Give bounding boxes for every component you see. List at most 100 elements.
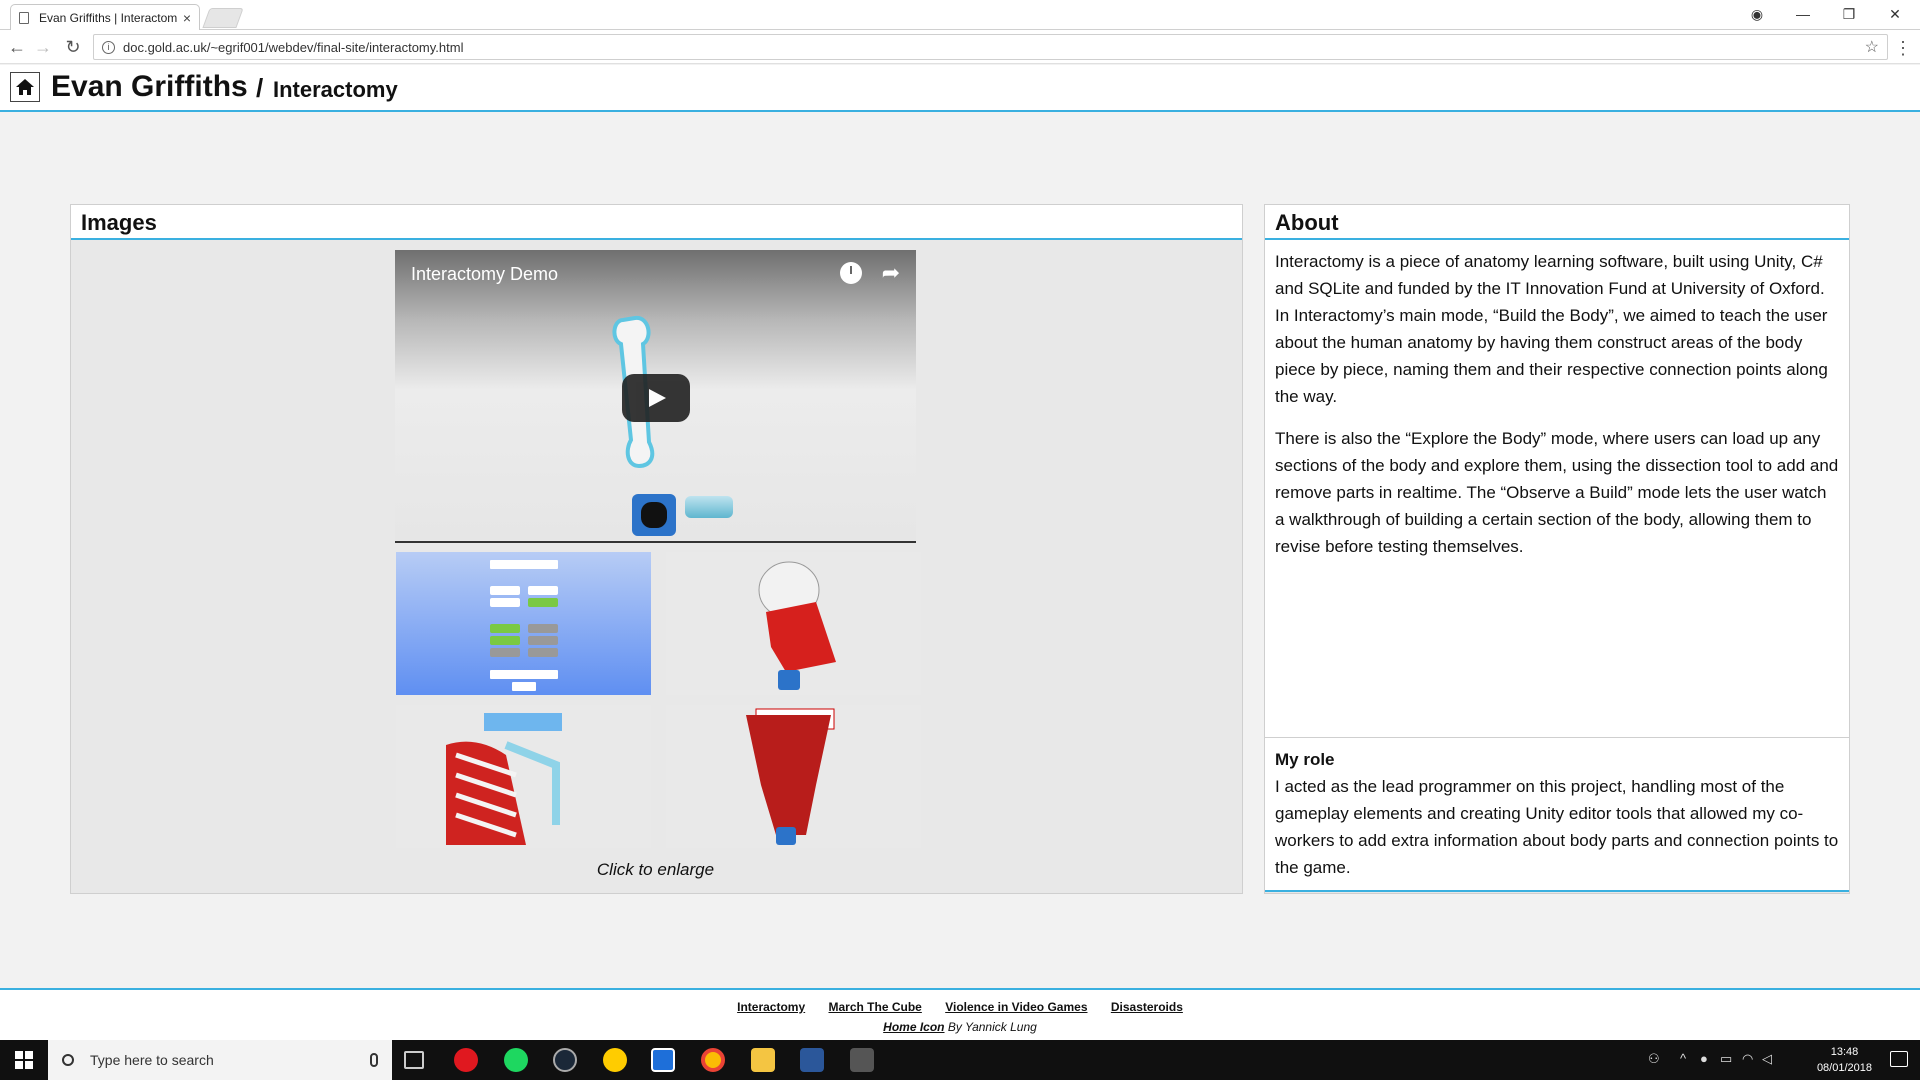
search-icon bbox=[62, 1054, 74, 1066]
ribcage-graphic bbox=[446, 713, 562, 845]
video-title[interactable]: Interactomy Demo bbox=[411, 264, 558, 285]
puzzle-icon bbox=[632, 494, 676, 536]
icon-credit: Home Icon By Yannick Lung bbox=[0, 1020, 1920, 1034]
thumbnail-ribcage-screen[interactable] bbox=[396, 705, 651, 848]
images-heading: Images bbox=[71, 205, 1242, 240]
emoji-app-icon[interactable] bbox=[603, 1048, 627, 1072]
start-button[interactable] bbox=[0, 1040, 48, 1080]
people-icon[interactable]: ⚇ bbox=[1648, 1051, 1660, 1067]
info-icon[interactable]: i bbox=[102, 40, 115, 54]
task-view-icon[interactable] bbox=[404, 1051, 424, 1069]
back-button[interactable]: ← bbox=[6, 36, 28, 58]
tab-title: Evan Griffiths | Interactom bbox=[39, 11, 177, 25]
home-icon-credit-link[interactable]: Home Icon bbox=[883, 1020, 944, 1034]
steam-icon[interactable] bbox=[553, 1048, 577, 1072]
tab-close-icon[interactable]: × bbox=[183, 10, 191, 26]
browser-tab[interactable]: Evan Griffiths | Interactom × bbox=[10, 4, 200, 31]
system-tray: ⚇ ^ ● ▭ ◠ ◁ 13:48 08/01/2018 bbox=[1620, 1040, 1920, 1080]
page-title: Interactomy bbox=[273, 77, 398, 102]
footer-link-violence-in-video-games[interactable]: Violence in Video Games bbox=[945, 1000, 1087, 1014]
footer-links: Interactomy March The Cube Violence in V… bbox=[0, 1000, 1920, 1014]
about-heading: About bbox=[1265, 205, 1849, 240]
taskbar-clock[interactable]: 13:48 08/01/2018 bbox=[1817, 1044, 1872, 1076]
play-button[interactable] bbox=[622, 374, 690, 422]
search-placeholder: Type here to search bbox=[90, 1052, 214, 1068]
account-icon[interactable]: ◉ bbox=[1734, 0, 1780, 28]
clock-time: 13:48 bbox=[1830, 1046, 1859, 1058]
about-paragraph: There is also the “Explore the Body” mod… bbox=[1275, 429, 1839, 556]
menu-chip bbox=[528, 648, 558, 657]
footer-link-disasteroids[interactable]: Disasteroids bbox=[1111, 1000, 1183, 1014]
windows-taskbar: Type here to search ⚇ ^ ● ▭ ◠ ◁ 13:48 08… bbox=[0, 1040, 1920, 1080]
menu-chip bbox=[490, 648, 520, 657]
about-panel: About Interactomy is a piece of anatomy … bbox=[1264, 204, 1850, 894]
chevron-up-icon[interactable]: ^ bbox=[1680, 1051, 1686, 1066]
thumbnail-muscle-screen[interactable] bbox=[666, 705, 921, 848]
battery-icon[interactable]: ▭ bbox=[1720, 1051, 1732, 1067]
scalpel-icon bbox=[685, 496, 733, 518]
page-icon bbox=[19, 12, 29, 24]
url-text[interactable]: doc.gold.ac.uk/~egrif001/webdev/final-si… bbox=[123, 40, 1865, 55]
role-text: I acted as the lead programmer on this p… bbox=[1275, 777, 1839, 877]
footer-link-march-the-cube[interactable]: March The Cube bbox=[829, 1000, 922, 1014]
reload-button[interactable]: ↻ bbox=[62, 36, 84, 58]
share-icon[interactable]: ➦ bbox=[882, 260, 900, 286]
game-app-icon[interactable] bbox=[850, 1048, 874, 1072]
video-player[interactable]: Interactomy Demo ➦ bbox=[395, 250, 916, 540]
taskbar-search-input[interactable]: Type here to search bbox=[48, 1040, 392, 1080]
menu-chip bbox=[490, 598, 520, 607]
thumbnail-menu-screen[interactable] bbox=[396, 552, 651, 695]
skull-graphic bbox=[758, 561, 836, 690]
address-bar: ← → ↻ i doc.gold.ac.uk/~egrif001/webdev/… bbox=[0, 30, 1920, 64]
menu-chip bbox=[490, 586, 520, 595]
restore-button[interactable]: ❐ bbox=[1826, 0, 1872, 28]
video-divider bbox=[395, 541, 916, 543]
bookmark-star-icon[interactable]: ☆ bbox=[1865, 37, 1879, 57]
site-footer: Interactomy March The Cube Violence in V… bbox=[0, 988, 1920, 1040]
menu-chip bbox=[528, 598, 558, 607]
url-field[interactable]: i doc.gold.ac.uk/~egrif001/webdev/final-… bbox=[93, 34, 1888, 60]
windows-logo-icon bbox=[15, 1051, 33, 1069]
menu-line bbox=[490, 670, 558, 679]
images-panel: Images Interactomy Demo ➦ Click to enlar… bbox=[70, 204, 1243, 894]
menu-chip bbox=[528, 636, 558, 645]
menu-line bbox=[490, 560, 558, 569]
window-close-button[interactable]: ✕ bbox=[1872, 0, 1918, 28]
word-icon[interactable] bbox=[800, 1048, 824, 1072]
new-tab-button[interactable] bbox=[202, 8, 244, 28]
volume-icon[interactable]: ◁ bbox=[1762, 1051, 1772, 1067]
file-explorer-icon[interactable] bbox=[751, 1048, 775, 1072]
menu-chip bbox=[490, 636, 520, 645]
thumbnail-skull-screen[interactable] bbox=[666, 552, 921, 695]
site-title: Evan Griffiths bbox=[51, 70, 248, 103]
site-header: Evan Griffiths / Interactomy bbox=[0, 65, 1920, 112]
menu-chip bbox=[528, 624, 558, 633]
menu-line bbox=[512, 682, 536, 691]
minimize-button[interactable]: — bbox=[1780, 0, 1826, 28]
title-separator: / bbox=[256, 73, 264, 103]
menu-chip bbox=[490, 624, 520, 633]
wifi-icon[interactable]: ◠ bbox=[1742, 1051, 1753, 1067]
click-to-enlarge-caption: Click to enlarge bbox=[596, 860, 715, 879]
microphone-icon[interactable] bbox=[370, 1053, 378, 1067]
role-title: My role bbox=[1275, 750, 1335, 769]
menu-chip bbox=[528, 586, 558, 595]
chrome-icon[interactable] bbox=[701, 1048, 725, 1072]
muscle-graphic bbox=[746, 708, 835, 845]
browser-menu-icon[interactable]: ⋮ bbox=[1894, 38, 1912, 59]
credit-text: By Yannick Lung bbox=[944, 1020, 1037, 1034]
tray-app-icon[interactable]: ● bbox=[1700, 1051, 1708, 1066]
home-button[interactable] bbox=[10, 72, 40, 102]
footer-link-interactomy[interactable]: Interactomy bbox=[737, 1000, 805, 1014]
opera-icon[interactable] bbox=[454, 1048, 478, 1072]
app-icon[interactable] bbox=[651, 1048, 675, 1072]
watch-later-icon[interactable] bbox=[840, 262, 862, 284]
browser-tabbar: Evan Griffiths | Interactom × ◉ — ❐ ✕ bbox=[0, 0, 1920, 31]
role-section: My role I acted as the lead programmer o… bbox=[1265, 737, 1849, 892]
forward-button[interactable]: → bbox=[32, 36, 54, 58]
about-paragraph: Interactomy is a piece of anatomy learni… bbox=[1275, 252, 1828, 406]
clock-date: 08/01/2018 bbox=[1816, 1062, 1872, 1074]
notification-icon[interactable] bbox=[1890, 1051, 1908, 1067]
spotify-icon[interactable] bbox=[504, 1048, 528, 1072]
home-icon bbox=[16, 79, 34, 95]
